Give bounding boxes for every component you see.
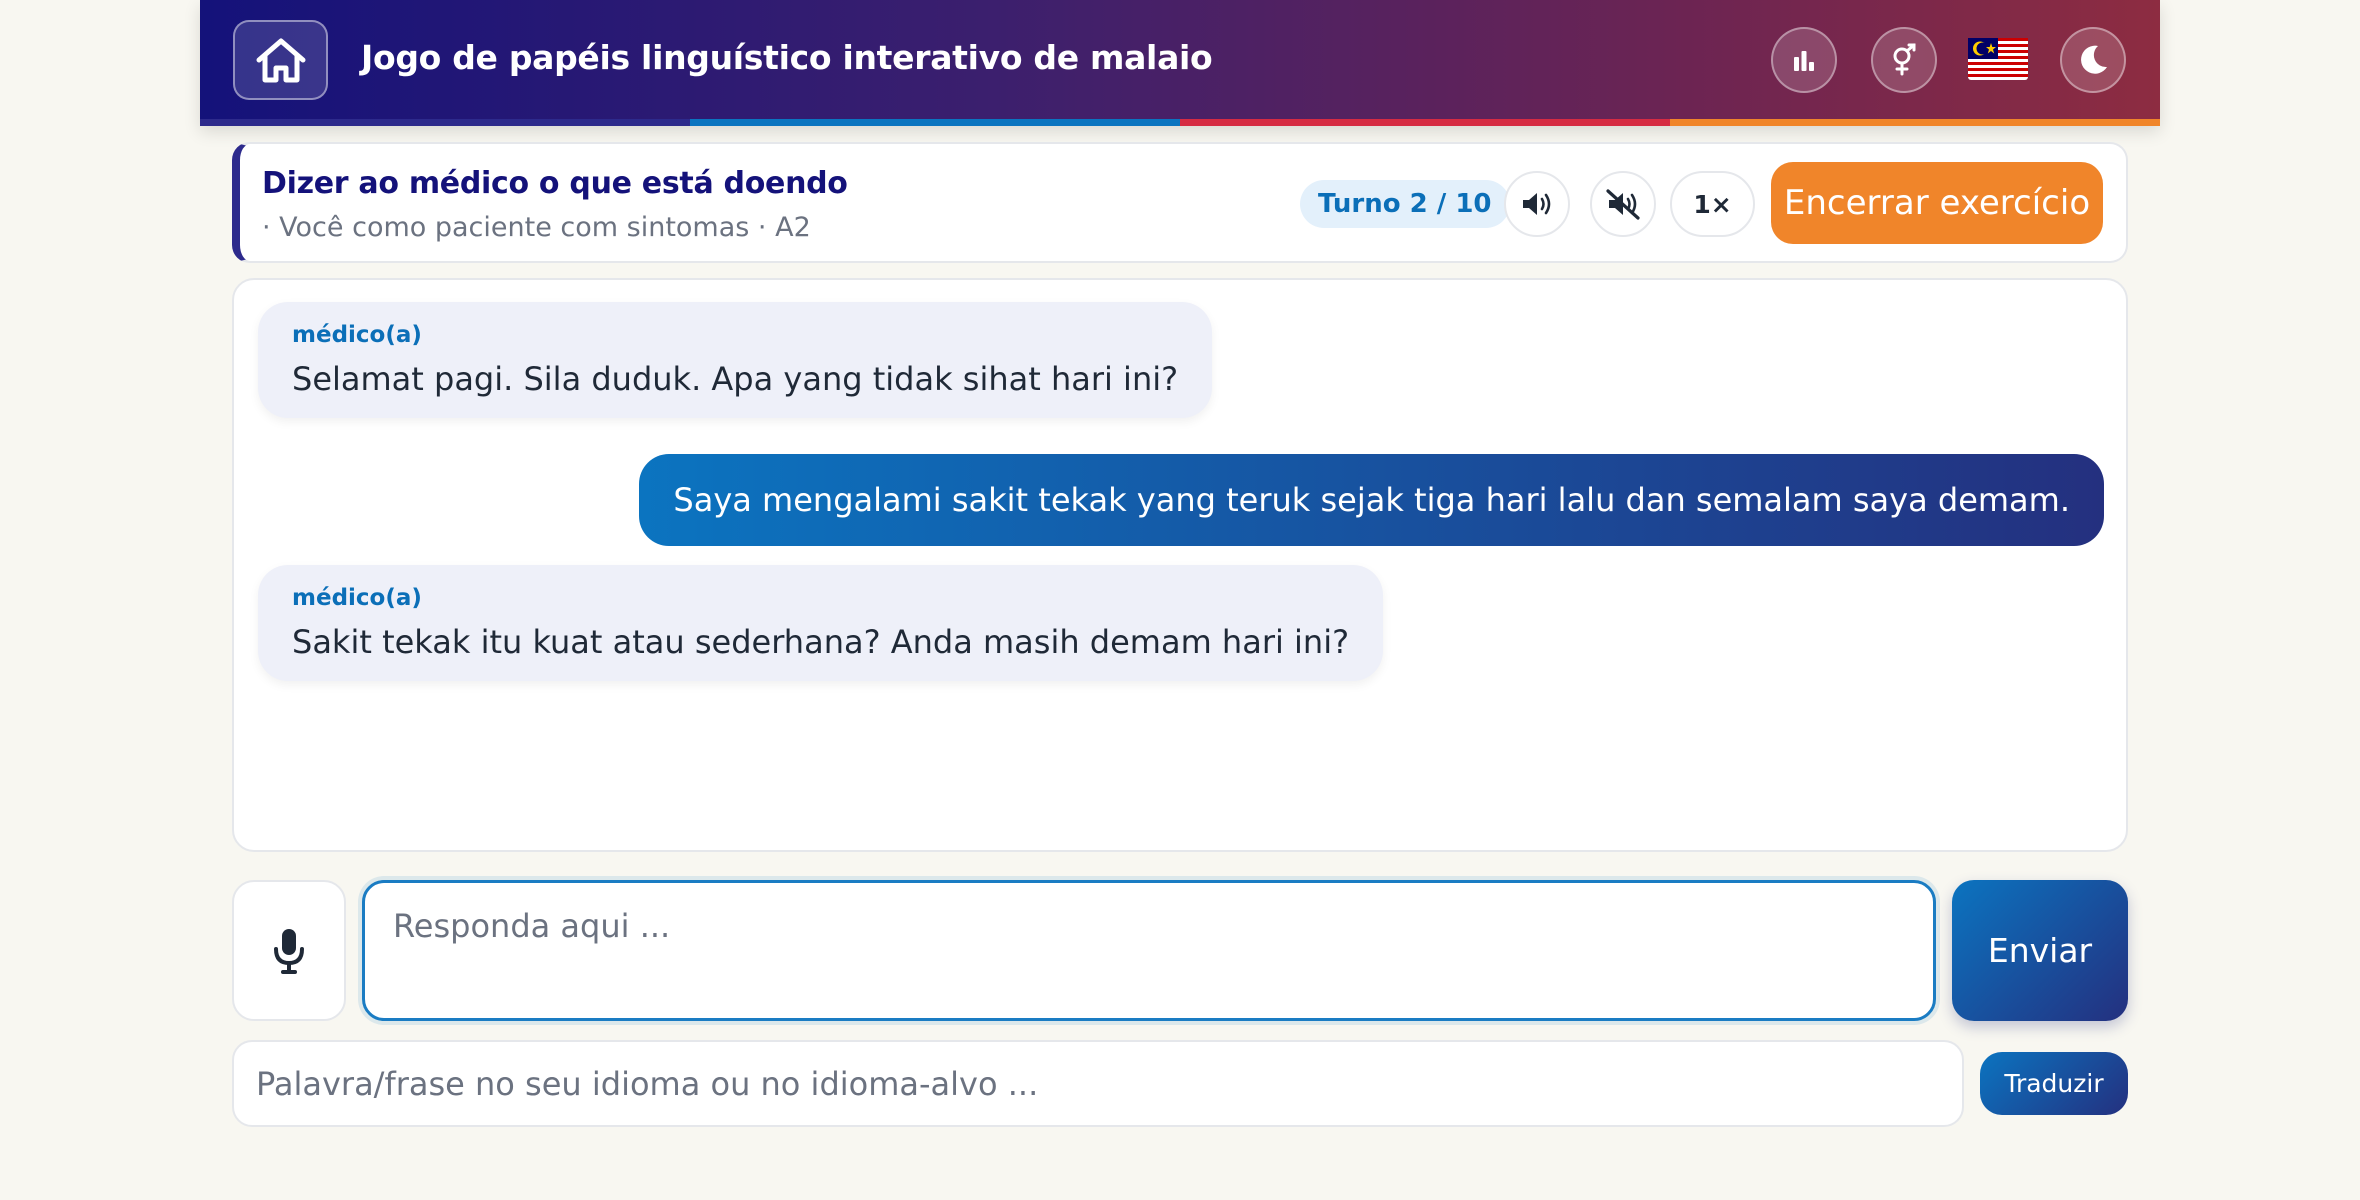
gender-icon	[1893, 43, 1916, 76]
autoplay-toggle-button[interactable]	[1590, 171, 1656, 237]
user-message: Saya mengalami sakit tekak yang teruk se…	[639, 454, 2104, 546]
speaker-label: médico(a)	[292, 585, 422, 611]
microphone-icon	[274, 928, 304, 974]
partner-message: médico(a) Selamat pagi. Sila duduk. Apa …	[258, 302, 1213, 418]
reply-input[interactable]	[362, 880, 1936, 1021]
playback-speed-button[interactable]: 1×	[1670, 171, 1755, 237]
end-exercise-button[interactable]: Encerrar exercício	[1771, 162, 2103, 244]
gender-button[interactable]	[1871, 27, 1937, 93]
malaysia-flag-icon	[1968, 38, 2028, 80]
bar-chart-icon	[1794, 51, 1814, 71]
header-stripe	[200, 119, 2160, 126]
translate-button[interactable]: Traduzir	[1980, 1052, 2128, 1115]
translate-input[interactable]	[232, 1040, 1964, 1127]
language-flag-button[interactable]	[1968, 36, 2028, 82]
message-text: Sakit tekak itu kuat atau sederhana? And…	[292, 623, 1350, 661]
home-button[interactable]	[233, 20, 328, 100]
theme-toggle-button[interactable]	[2060, 27, 2126, 93]
speaker-off-icon	[1606, 189, 1640, 220]
exercise-info-bar: Dizer ao médico o que está doendo · Você…	[232, 142, 2128, 263]
app-header: Jogo de papéis linguístico interativo de…	[200, 0, 2160, 126]
stats-button[interactable]	[1771, 27, 1837, 93]
play-audio-button[interactable]	[1504, 171, 1570, 237]
microphone-button[interactable]	[232, 880, 346, 1021]
exercise-subtitle: · Você como paciente com sintomas · A2	[262, 212, 811, 243]
turn-counter-badge: Turno 2 / 10	[1300, 180, 1510, 228]
speaker-label: médico(a)	[292, 322, 422, 348]
chat-transcript: médico(a) Selamat pagi. Sila duduk. Apa …	[232, 278, 2128, 852]
message-text: Selamat pagi. Sila duduk. Apa yang tidak…	[292, 360, 1179, 398]
home-icon	[256, 38, 305, 83]
app-title: Jogo de papéis linguístico interativo de…	[361, 38, 1213, 77]
send-button[interactable]: Enviar	[1952, 880, 2128, 1021]
moon-icon	[2081, 45, 2107, 74]
exercise-title: Dizer ao médico o que está doendo	[262, 166, 848, 201]
speaker-icon	[1523, 193, 1551, 215]
partner-message: médico(a) Sakit tekak itu kuat atau sede…	[258, 565, 1384, 681]
